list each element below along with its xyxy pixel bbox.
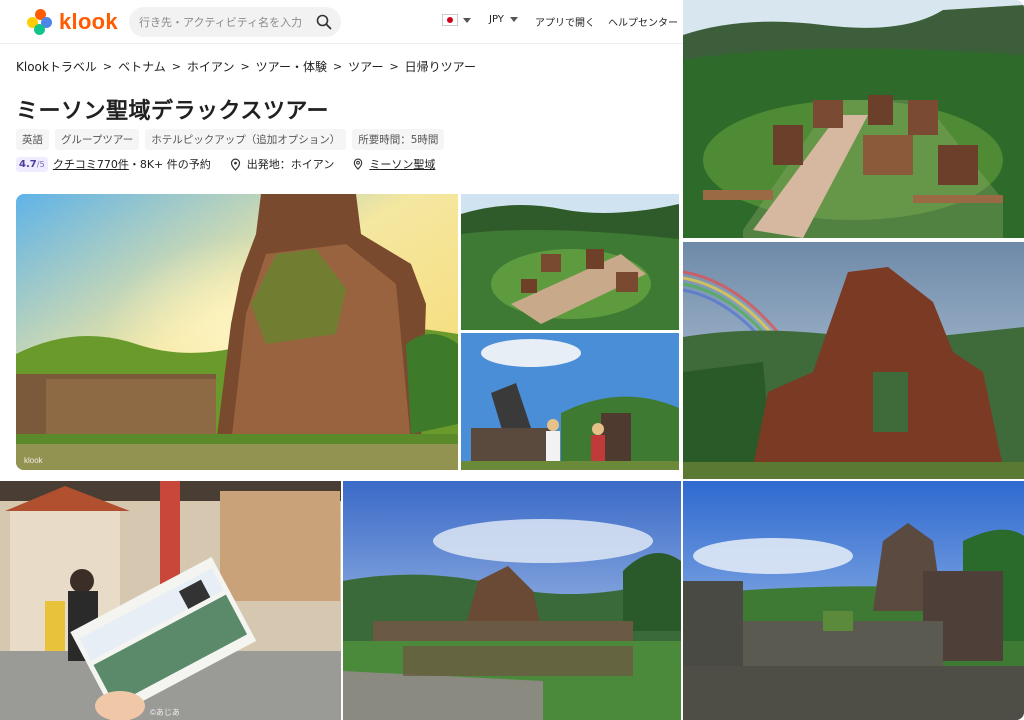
photo-aerial-temple-complex[interactable]	[461, 194, 679, 330]
photo-watermark: klook	[24, 456, 43, 465]
tag-duration: 所要時間：5時間	[352, 129, 445, 150]
booking-count: ・8K+ 件の予約	[128, 158, 211, 171]
breadcrumb-chevron-icon: >	[389, 60, 399, 73]
top-navigation-bar: klook JPY アプリで開く ヘルプセンター	[0, 0, 683, 44]
breadcrumb-item-klook-travel[interactable]: Klookトラベル	[16, 58, 97, 75]
breadcrumb-chevron-icon: >	[332, 60, 343, 73]
departure-location: 出発地：ホイアン	[246, 158, 335, 171]
tag-hotel-pickup: ホテルピックアップ（追加オプション）	[145, 129, 347, 150]
search-bar[interactable]	[129, 7, 341, 37]
klook-logo-text: klook	[59, 9, 118, 34]
rating-max: /5	[36, 158, 45, 169]
destination-link[interactable]: ミーソン聖域	[369, 156, 435, 172]
breadcrumb-chevron-icon: >	[171, 60, 181, 73]
photo-entrance-ticket[interactable]: ©あじあ	[0, 481, 341, 720]
activity-meta: 4.7/5 クチコミ770件 ・8K+ 件の予約 出発地：ホイアン ミーソン聖域	[16, 156, 435, 172]
photo-watermark: ©あじあ	[150, 708, 180, 717]
help-center-link[interactable]: ヘルプセンター	[608, 14, 678, 29]
page-title: ミーソン聖域デラックスツアー	[16, 99, 330, 124]
tag-language: 英語	[16, 129, 49, 150]
search-input[interactable]	[139, 15, 307, 29]
breadcrumb-item-hoi-an[interactable]: ホイアン	[187, 58, 235, 75]
photo-tourists-at-ruins[interactable]	[461, 333, 679, 470]
breadcrumb-chevron-icon: >	[102, 60, 113, 73]
tag-group-tour: グループツアー	[55, 129, 140, 150]
activity-tags: 英語 グループツアー ホテルピックアップ（追加オプション） 所要時間：5時間	[16, 129, 445, 150]
klook-logo[interactable]: klook	[27, 9, 118, 35]
breadcrumb-item-tours-experiences[interactable]: ツアー・体験	[256, 58, 327, 75]
breadcrumb: Klookトラベル > ベトナム > ホイアン > ツアー・体験 > ツアー >…	[16, 58, 476, 75]
departure-pin-icon	[230, 158, 240, 171]
reviews-link[interactable]: クチコミ770件	[53, 156, 129, 172]
japan-flag-icon[interactable]	[442, 14, 458, 26]
currency-chevron-down-icon	[510, 16, 519, 22]
rating-score: 4.7	[19, 158, 37, 170]
photo-temple-with-rainbow[interactable]	[683, 242, 1024, 479]
breadcrumb-item-day-tours[interactable]: 日帰りツアー	[405, 58, 476, 75]
location-pin-icon	[354, 158, 363, 170]
language-chevron-down-icon[interactable]	[463, 18, 471, 23]
search-icon[interactable]	[316, 14, 332, 30]
photo-temple-ruins-close[interactable]	[683, 481, 1024, 720]
breadcrumb-item-vietnam[interactable]: ベトナム	[118, 58, 166, 75]
breadcrumb-item-tours[interactable]: ツアー	[348, 58, 383, 75]
currency-label: JPY	[489, 14, 504, 25]
open-in-app-link[interactable]: アプリで開く	[535, 14, 595, 29]
photo-temple-lawn[interactable]	[343, 481, 681, 720]
currency-selector[interactable]: JPY	[489, 14, 519, 25]
photo-aerial-my-son-sanctuary[interactable]	[683, 0, 1024, 238]
rating-badge: 4.7/5	[16, 156, 48, 172]
klook-logo-mark-icon	[27, 9, 53, 35]
breadcrumb-chevron-icon: >	[240, 60, 250, 73]
hero-photo-temple-sunset[interactable]: klook	[16, 194, 458, 470]
